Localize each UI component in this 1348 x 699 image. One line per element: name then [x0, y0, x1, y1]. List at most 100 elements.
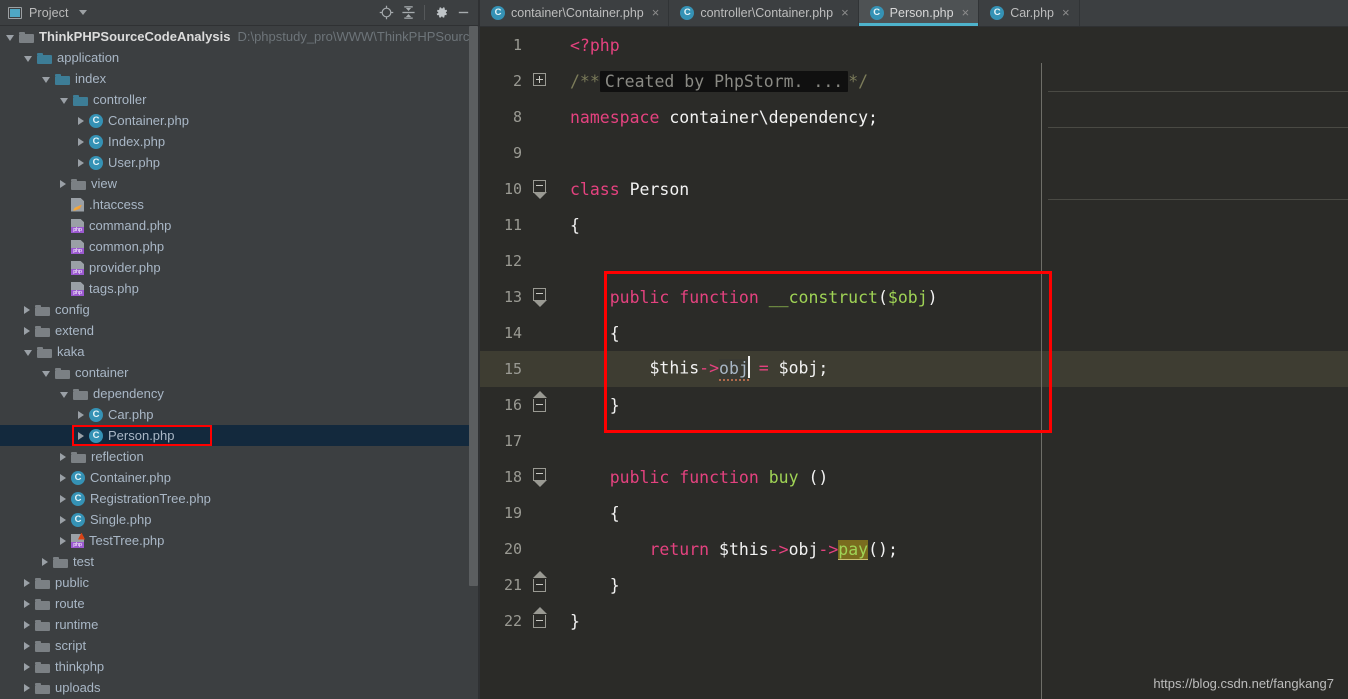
folded-comment[interactable]: Created by PhpStorm. ...	[599, 70, 849, 92]
tree-node-container-php[interactable]: Container.php	[0, 110, 480, 131]
code-editor[interactable]: 1 <?php 2 /** Created by PhpStorm. ... */ 8 nam…	[480, 27, 1348, 699]
tree-node-provider-php[interactable]: provider.php	[0, 257, 480, 278]
tree-node-reflection[interactable]: reflection	[0, 446, 480, 467]
tree-node-public[interactable]: public	[0, 572, 480, 593]
editor-tab-person-php[interactable]: Person.php ×	[858, 0, 980, 26]
tree-node-command-php[interactable]: command.php	[0, 215, 480, 236]
chevron-right-icon[interactable]	[24, 326, 30, 335]
tree-node-test[interactable]: test	[0, 551, 480, 572]
fold-gutter[interactable]	[524, 207, 562, 243]
code-line-18[interactable]: 18 public function buy ()	[480, 459, 1348, 495]
close-icon[interactable]: ×	[1062, 6, 1070, 19]
tree-node-registrationtree-php[interactable]: RegistrationTree.php	[0, 488, 480, 509]
tree-node-controller[interactable]: controller	[0, 89, 480, 110]
tree-node-user-php[interactable]: User.php	[0, 152, 480, 173]
editor-tab-container-container-php[interactable]: container\Container.php ×	[480, 0, 670, 26]
sidebar-scrollbar-thumb[interactable]	[469, 26, 478, 586]
fold-gutter[interactable]	[524, 135, 562, 171]
chevron-down-icon[interactable]	[6, 34, 14, 41]
expand-fold-icon[interactable]	[533, 73, 546, 86]
editor-tab-car-php[interactable]: Car.php ×	[979, 0, 1080, 26]
chevron-right-icon[interactable]	[60, 536, 66, 545]
chevron-right-icon[interactable]	[78, 431, 84, 440]
chevron-down-icon[interactable]	[60, 391, 68, 398]
tree-node-car-php[interactable]: Car.php	[0, 404, 480, 425]
code-line-9[interactable]: 9	[480, 135, 1348, 171]
fold-gutter[interactable]	[524, 495, 562, 531]
chevron-right-icon[interactable]	[78, 116, 84, 125]
tree-node-thinkphp[interactable]: thinkphp	[0, 656, 480, 677]
collapse-fold-end-icon[interactable]	[533, 391, 547, 412]
chevron-right-icon[interactable]	[24, 620, 30, 629]
fold-gutter[interactable]	[524, 423, 562, 459]
chevron-right-icon[interactable]	[60, 515, 66, 524]
chevron-right-icon[interactable]	[60, 473, 66, 482]
collapse-fold-icon[interactable]	[533, 468, 547, 487]
code-line-1[interactable]: 1 <?php	[480, 27, 1348, 63]
collapse-all-icon[interactable]	[397, 2, 419, 24]
fold-gutter[interactable]	[524, 603, 562, 639]
chevron-down-icon[interactable]	[24, 55, 32, 62]
chevron-down-icon[interactable]	[78, 10, 87, 15]
tree-node-person-php[interactable]: Person.php	[0, 425, 480, 446]
chevron-right-icon[interactable]	[60, 452, 66, 461]
code-line-13[interactable]: 13 public function __construct($obj)	[480, 279, 1348, 315]
tree-node-index-php[interactable]: Index.php	[0, 131, 480, 152]
collapse-fold-icon[interactable]	[533, 180, 547, 199]
settings-gear-icon[interactable]	[430, 2, 452, 24]
code-line-11[interactable]: 11 {	[480, 207, 1348, 243]
fold-gutter[interactable]	[524, 351, 562, 387]
tree-node-thinkphpsourcecodeanalysis[interactable]: ThinkPHPSourceCodeAnalysis D:\phpstudy_pr…	[0, 26, 480, 47]
code-line-8[interactable]: 8 namespace container\dependency;	[480, 99, 1348, 135]
tree-node-common-php[interactable]: common.php	[0, 236, 480, 257]
chevron-down-icon[interactable]	[24, 349, 32, 356]
tree-node-route[interactable]: route	[0, 593, 480, 614]
tree-node--htaccess[interactable]: .htaccess	[0, 194, 480, 215]
fold-gutter[interactable]	[524, 315, 562, 351]
close-icon[interactable]: ×	[652, 6, 660, 19]
fold-gutter[interactable]	[524, 99, 562, 135]
tree-node-tags-php[interactable]: tags.php	[0, 278, 480, 299]
chevron-right-icon[interactable]	[78, 158, 84, 167]
chevron-right-icon[interactable]	[78, 137, 84, 146]
collapse-fold-end-icon[interactable]	[533, 571, 547, 592]
tree-node-testtree-php[interactable]: TestTree.php	[0, 530, 480, 551]
minimize-icon[interactable]	[452, 2, 474, 24]
fold-gutter[interactable]	[524, 459, 562, 495]
tree-node-application[interactable]: application	[0, 47, 480, 68]
code-line-20[interactable]: 20 return $this->obj->pay();	[480, 531, 1348, 567]
chevron-down-icon[interactable]	[42, 76, 50, 83]
tree-node-uploads[interactable]: uploads	[0, 677, 480, 698]
editor-tab-controller-container-php[interactable]: controller\Container.php ×	[669, 0, 859, 26]
tree-node-container-php[interactable]: Container.php	[0, 467, 480, 488]
chevron-right-icon[interactable]	[78, 410, 84, 419]
chevron-down-icon[interactable]	[42, 370, 50, 377]
code-line-2[interactable]: 2 /** Created by PhpStorm. ... */	[480, 63, 1348, 99]
tree-node-extend[interactable]: extend	[0, 320, 480, 341]
chevron-right-icon[interactable]	[60, 179, 66, 188]
fold-gutter[interactable]	[524, 63, 562, 99]
code-line-10[interactable]: 10 class Person	[480, 171, 1348, 207]
chevron-right-icon[interactable]	[24, 662, 30, 671]
tree-node-view[interactable]: view	[0, 173, 480, 194]
tree-node-container[interactable]: container	[0, 362, 480, 383]
code-line-15[interactable]: 15 $this->obj = $obj;	[480, 351, 1348, 387]
code-line-19[interactable]: 19 {	[480, 495, 1348, 531]
fold-gutter[interactable]	[524, 387, 562, 423]
tree-node-index[interactable]: index	[0, 68, 480, 89]
close-icon[interactable]: ×	[841, 6, 849, 19]
chevron-down-icon[interactable]	[60, 97, 68, 104]
code-line-12[interactable]: 12	[480, 243, 1348, 279]
chevron-right-icon[interactable]	[24, 641, 30, 650]
chevron-right-icon[interactable]	[42, 557, 48, 566]
chevron-right-icon[interactable]	[60, 494, 66, 503]
fold-gutter[interactable]	[524, 531, 562, 567]
fold-gutter[interactable]	[524, 279, 562, 315]
code-line-22[interactable]: 22}	[480, 603, 1348, 639]
tree-node-single-php[interactable]: Single.php	[0, 509, 480, 530]
code-line-21[interactable]: 21 }	[480, 567, 1348, 603]
tree-node-runtime[interactable]: runtime	[0, 614, 480, 635]
fold-gutter[interactable]	[524, 243, 562, 279]
fold-gutter[interactable]	[524, 171, 562, 207]
fold-gutter[interactable]	[524, 27, 562, 63]
